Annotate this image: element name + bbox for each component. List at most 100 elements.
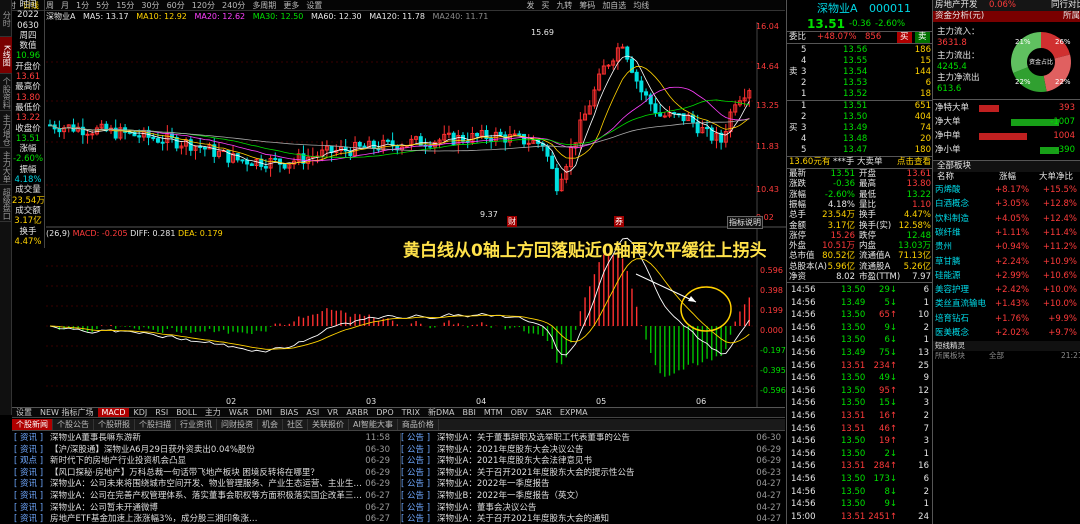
sell-button[interactable]: 卖: [915, 32, 930, 43]
period-tab[interactable]: 15分: [116, 1, 134, 10]
left-tab[interactable]: 主力增仓: [0, 111, 12, 148]
news-item[interactable]: [ 资讯 ] 房地产ETF基金加速上涨涨幅3%，成分股三湘印象涨… 06-27: [14, 514, 394, 524]
indicator-tab[interactable]: KDJ: [129, 408, 151, 417]
period-tab[interactable]: 1分: [76, 1, 89, 10]
left-tab[interactable]: 主力大单: [0, 148, 12, 185]
indicator-tab[interactable]: RSI: [151, 408, 172, 417]
indicator-tab[interactable]: DPO: [372, 408, 397, 417]
concept-row[interactable]: 类丝直流输电 +1.43% +10.0%: [933, 298, 1080, 310]
news-tab[interactable]: 个股公告: [53, 419, 94, 430]
news-item[interactable]: [ 观点 ] 新时代下的房地产行业投资机会凸显 06-29: [14, 456, 394, 468]
left-tab[interactable]: 个股资料: [0, 74, 12, 111]
concept-row[interactable]: 硅能源 +2.99% +10.6%: [933, 270, 1080, 282]
toolbar-button[interactable]: 加自选: [602, 1, 626, 10]
toolbar-button[interactable]: 发: [526, 1, 534, 10]
toolbar-button[interactable]: 买: [541, 1, 549, 10]
news-item[interactable]: [ 资讯 ] 深物业A：公司在完善产权管理体系、落实董事会职权等方面积极落实国企改…: [14, 491, 394, 503]
order-row[interactable]: 卖 3 13.54 144: [787, 67, 933, 78]
indicator-tab[interactable]: BIAS: [276, 408, 302, 417]
event-marker-1[interactable]: 财: [507, 216, 517, 227]
news-item[interactable]: [ 资讯 ] 【沪/深股通】深物业A6月29日获外资卖出0.04%股份 06-30: [14, 445, 394, 457]
indicator-tab[interactable]: EXPMA: [556, 408, 592, 417]
left-tab[interactable]: K线图: [0, 37, 12, 74]
news-item[interactable]: [ 公告 ] 深物业B：2022年一季度报告（英文） 04-27: [401, 491, 785, 503]
news-tab[interactable]: 个股新闻: [12, 419, 53, 430]
indicator-tab[interactable]: MACD: [97, 408, 130, 417]
news-tab[interactable]: 问财投资: [217, 419, 258, 430]
period-tab[interactable]: 周: [46, 1, 54, 10]
indicator-tab[interactable]: NEW 指标广场: [36, 408, 98, 417]
indicator-tab[interactable]: OBV: [507, 408, 532, 417]
toolbar-button[interactable]: 均线: [633, 1, 649, 10]
concept-row[interactable]: 美容护理 +2.42% +10.0%: [933, 284, 1080, 296]
news-item[interactable]: [ 公告 ] 深物业A：关于董事辞职及选举职工代表董事的公告 06-30: [401, 433, 785, 445]
event-marker-2[interactable]: 券: [614, 216, 624, 227]
period-tab[interactable]: 30分: [141, 1, 159, 10]
concept-row[interactable]: 贵州 +0.94% +11.2%: [933, 241, 1080, 253]
news-item[interactable]: [ 公告 ] 深物业A：关于召开2021年度股东大会的提示性公告 06-23: [401, 468, 785, 480]
indicator-tab[interactable]: MTM: [480, 408, 507, 417]
indicator-tab[interactable]: TRIX: [398, 408, 424, 417]
news-item[interactable]: [ 资讯 ] 深物业A：公司暂未开通微博 06-27: [14, 503, 394, 515]
indicator-tab[interactable]: SAR: [532, 408, 556, 417]
order-row[interactable]: 1 13.51 651: [787, 101, 933, 112]
news-tab[interactable]: 个股扫描: [135, 419, 176, 430]
indicator-tab[interactable]: 主力: [201, 408, 225, 417]
order-row[interactable]: 4 13.55 15: [787, 56, 933, 67]
indicator-tab[interactable]: 设置: [12, 408, 36, 417]
concept-row[interactable]: 培育钻石 +1.76% +9.9%: [933, 313, 1080, 325]
news-tab[interactable]: 机会: [258, 419, 283, 430]
news-item[interactable]: [ 公告 ] 深物业A：2022年一季度报告 04-27: [401, 479, 785, 491]
concept-row[interactable]: 草甘膦 +2.24% +10.9%: [933, 256, 1080, 268]
order-row[interactable]: 买 3 13.49 74: [787, 123, 933, 134]
concept-row[interactable]: 医美概念 +2.02% +9.7%: [933, 327, 1080, 339]
news-tab[interactable]: 关联报价: [308, 419, 349, 430]
indicator-tab[interactable]: W&R: [225, 408, 253, 417]
indicator-tab[interactable]: ASI: [302, 408, 323, 417]
order-row[interactable]: 5 13.56 186: [787, 45, 933, 56]
order-row[interactable]: 2 13.53 6: [787, 78, 933, 89]
indicator-tab[interactable]: DMI: [253, 408, 276, 417]
order-row[interactable]: 2 13.50 404: [787, 112, 933, 123]
news-item[interactable]: [ 公告 ] 深物业A：董事会决议公告 04-27: [401, 503, 785, 515]
indicator-tab[interactable]: VR: [323, 408, 342, 417]
order-row[interactable]: 5 13.47 180: [787, 145, 933, 156]
news-item[interactable]: [ 公告 ] 深物业A：2021年度股东大会决议公告 06-29: [401, 445, 785, 457]
indicator-tab[interactable]: BOLL: [172, 408, 201, 417]
toolbar-button[interactable]: 九转: [556, 1, 572, 10]
news-item[interactable]: [ 公告 ] 深物业A：关于召开2021年度股东大会的通知 04-27: [401, 514, 785, 524]
indicator-tab[interactable]: BBI: [459, 408, 480, 417]
period-tab[interactable]: 月: [61, 1, 69, 10]
period-tab[interactable]: 设置: [306, 1, 322, 10]
news-item[interactable]: [ 资讯 ] 【风口探秘·房地产】万科总裁一句话带飞地产板块 困境反转将在哪里？ 0…: [14, 468, 394, 480]
news-tab[interactable]: 行业资讯: [176, 419, 217, 430]
left-tab[interactable]: 分时: [0, 0, 12, 37]
concept-row[interactable]: 饮料制造 +4.05% +12.4%: [933, 213, 1080, 225]
toolbar-button[interactable]: 筹码: [579, 1, 595, 10]
buy-button[interactable]: 买: [897, 32, 912, 43]
concept-row[interactable]: 白酒概念 +3.05% +12.8%: [933, 198, 1080, 210]
period-tab[interactable]: 60分: [167, 1, 185, 10]
indicator-tab[interactable]: ARBR: [342, 408, 372, 417]
period-tab[interactable]: 240分: [222, 1, 245, 10]
kline-chart[interactable]: [46, 22, 786, 407]
news-tab[interactable]: 商品价格: [398, 419, 439, 430]
big-order-row[interactable]: 13.60元有 ***手 大卖单 点击查看: [787, 157, 933, 168]
news-tab[interactable]: 个股研报: [94, 419, 135, 430]
period-tab[interactable]: 更多: [283, 1, 299, 10]
concept-row[interactable]: 丙烯酸 +8.17% +15.5%: [933, 184, 1080, 196]
period-tab[interactable]: 5分: [96, 1, 109, 10]
indicator-help-button[interactable]: 指标说明: [727, 216, 763, 229]
news-item[interactable]: [ 资讯 ] 深物业A董事長嘛东游新 11:58: [14, 433, 394, 445]
left-tab[interactable]: 超级盘口: [0, 185, 12, 222]
news-item[interactable]: [ 公告 ] 深物业A：2021年度股东大会法律意见书 06-29: [401, 456, 785, 468]
news-tab[interactable]: AI智能大事: [349, 419, 398, 430]
period-tab[interactable]: 120分: [192, 1, 215, 10]
news-tab[interactable]: 社区: [283, 419, 308, 430]
period-tab[interactable]: 多周期: [252, 1, 276, 10]
sector-row[interactable]: 房地产开发 0.06% 同行对比: [933, 0, 1080, 11]
indicator-tab[interactable]: 新DMA: [424, 408, 459, 417]
order-row[interactable]: 4 13.48 20: [787, 134, 933, 145]
news-item[interactable]: [ 资讯 ] 深物业A：公司未来将围绕城市空间开发、物业管理服务、产业生态运营、主…: [14, 479, 394, 491]
concept-row[interactable]: 碳纤维 +1.11% +11.4%: [933, 227, 1080, 239]
